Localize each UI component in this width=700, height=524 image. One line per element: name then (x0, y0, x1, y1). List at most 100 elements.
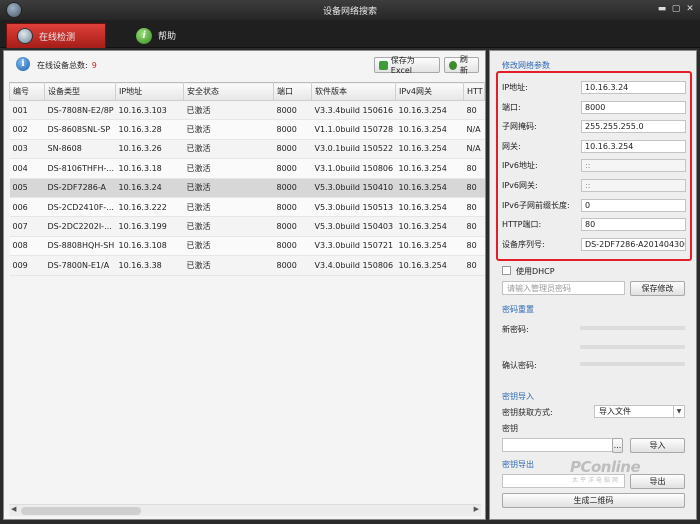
import-button[interactable]: 导入 (630, 438, 685, 453)
table-cell: 已激活 (183, 158, 274, 179)
password-strength-bar (580, 345, 685, 349)
maximize-button[interactable]: ▢ (670, 4, 682, 15)
param-label: 子网掩码: (502, 122, 537, 132)
table-cell: 10.16.3.199 (115, 216, 184, 237)
table-cell: 80 (463, 178, 485, 198)
device-list-panel: i 在线设备总数: 9 保存为Excel 刷新 编号 设备类型 IP地址 安全状态… (3, 50, 486, 520)
table-cell: V5.3.0build 150513 (311, 197, 396, 218)
tab-help-label: 帮助 (158, 32, 177, 42)
table-cell: 006 (9, 197, 45, 218)
dhcp-checkbox[interactable] (502, 266, 511, 275)
chevron-down-icon[interactable]: ▼ (673, 406, 684, 417)
confirm-password-field[interactable] (580, 362, 685, 366)
generate-qr-button[interactable]: 生成二维码 (502, 493, 685, 508)
window-title: 设备网络搜索 (322, 7, 377, 17)
save-changes-button[interactable]: 保存修改 (630, 281, 685, 296)
column-header-type[interactable]: 设备类型 (44, 82, 116, 101)
browse-button[interactable]: ... (612, 438, 623, 453)
scrollbar-thumb[interactable] (21, 507, 141, 515)
table-cell: 10.16.3.254 (395, 236, 464, 257)
table-cell: DS-7800N-E1/A (44, 255, 116, 276)
param-field[interactable]: 255.255.255.0 (581, 120, 686, 134)
tab-help[interactable]: i 帮助 (126, 23, 196, 48)
horizontal-scrollbar[interactable]: ◀ ▶ (9, 504, 481, 516)
new-password-field[interactable] (580, 326, 685, 330)
table-row[interactable]: 001 DS-7808N-E2/8P 10.16.3.103 已激活 8000 V3.3.… (9, 100, 485, 121)
confirm-password-label: 确认密码: (502, 361, 537, 370)
column-header-http[interactable]: HTT (463, 82, 485, 101)
device-list-header: i 在线设备总数: 9 保存为Excel 刷新 (4, 51, 485, 79)
refresh-icon (449, 60, 457, 70)
table-row[interactable]: 009 DS-7800N-E1/A 10.16.3.38 已激活 8000 V3.4.0b… (9, 255, 485, 276)
table-cell: 10.16.3.254 (395, 178, 464, 198)
key-label: 密钥 (502, 424, 518, 433)
table-cell: 已激活 (183, 178, 274, 198)
param-field[interactable]: :: (581, 179, 686, 192)
title-bar: 设备网络搜索 ▬ ▢ ✕ (0, 0, 700, 20)
key-file-input[interactable] (502, 438, 613, 452)
online-count-value: 9 (91, 61, 97, 70)
table-row[interactable]: 004 DS-8106THFH-... 10.16.3.18 已激活 8000 V3.1.… (9, 158, 485, 179)
table-cell: 10.16.3.18 (115, 158, 184, 179)
column-header-version[interactable]: 软件版本 (311, 82, 396, 101)
scroll-left-icon[interactable]: ◀ (11, 505, 16, 513)
param-field[interactable]: 0 (581, 198, 686, 212)
table-cell: 已激活 (183, 236, 274, 257)
table-cell: 10.16.3.26 (115, 139, 184, 160)
param-field[interactable]: 80 (581, 218, 686, 232)
tab-online-detect[interactable]: 在线检测 (6, 23, 106, 48)
column-header-no[interactable]: 编号 (9, 82, 45, 101)
table-cell: 80 (463, 236, 485, 257)
table-cell: DS-2DC2202I-... (44, 216, 116, 237)
column-header-ip[interactable]: IP地址 (115, 82, 184, 101)
table-cell: V3.0.1build 150522 (311, 139, 396, 160)
param-field[interactable]: 10.16.3.254 (581, 139, 686, 153)
param-field[interactable]: DS-2DF7286-A20140430C (581, 237, 686, 251)
table-cell: 10.16.3.254 (395, 139, 464, 160)
modify-params-title: 修改网络参数 (502, 61, 550, 70)
import-method-select[interactable]: 导入文件 ▼ (594, 405, 685, 418)
minimize-button[interactable]: ▬ (656, 4, 668, 15)
import-method-value: 导入文件 (599, 407, 631, 416)
table-cell: 10.16.3.108 (115, 236, 184, 257)
table-cell: 已激活 (183, 216, 274, 237)
param-field[interactable]: 8000 (581, 100, 686, 114)
table-cell: 10.16.3.254 (395, 216, 464, 237)
param-label: 设备序列号: (502, 239, 545, 249)
watermark-main: PConline (570, 458, 641, 476)
table-cell: DS-8808HQH-SH (44, 236, 116, 257)
table-cell: 005 (9, 178, 45, 198)
column-header-gateway[interactable]: IPv4网关 (395, 82, 464, 101)
param-field[interactable]: :: (581, 159, 686, 173)
table-row[interactable]: 005 DS-2DF7286-A 10.16.3.24 已激活 8000 V5.3.0bu… (9, 178, 485, 198)
table-cell: 004 (9, 158, 45, 179)
refresh-button[interactable]: 刷新 (444, 55, 479, 75)
online-count-label: 在线设备总数: (37, 61, 88, 70)
table-cell: DS-2DF7286-A (44, 178, 116, 198)
param-field[interactable]: 10.16.3.24 (581, 81, 686, 94)
table-cell: 10.16.3.24 (115, 178, 184, 198)
table-row[interactable]: 006 DS-2CD2410F-... 10.16.3.222 已激活 8000 V5.3… (9, 197, 485, 218)
help-icon: i (136, 27, 152, 44)
save-excel-label: 保存为Excel (390, 56, 415, 75)
watermark-sub: 太平洋电脑网 (572, 477, 621, 484)
table-cell: 8000 (273, 158, 312, 179)
table-cell: SN-8608 (44, 139, 116, 160)
table-cell: 10.16.3.254 (395, 119, 464, 140)
column-header-security[interactable]: 安全状态 (183, 82, 274, 101)
scroll-right-icon[interactable]: ▶ (474, 505, 479, 513)
table-row[interactable]: 003 SN-8608 10.16.3.26 已激活 8000 V3.0.1build 1… (9, 139, 485, 160)
table-cell: DS-8106THFH-... (44, 158, 116, 179)
table-cell: 8000 (273, 178, 312, 198)
network-params-panel: 修改网络参数 IP地址: 10.16.3.24 端口: 8000 子网掩码: 255.25… (489, 50, 697, 520)
save-excel-button[interactable]: 保存为Excel (374, 56, 440, 75)
table-cell: 已激活 (183, 100, 274, 121)
close-button[interactable]: ✕ (684, 4, 696, 15)
table-row[interactable]: 008 DS-8808HQH-SH 10.16.3.108 已激活 8000 V3.3.0… (9, 236, 485, 257)
table-row[interactable]: 002 DS-8608SNL-SP 10.16.3.28 已激活 8000 V1.1.0b… (9, 119, 485, 140)
table-cell: 009 (9, 255, 45, 276)
admin-password-input[interactable]: 请输入管理员密码 (502, 281, 625, 295)
column-header-port[interactable]: 端口 (273, 82, 312, 101)
param-label: 网关: (502, 141, 521, 151)
table-row[interactable]: 007 DS-2DC2202I-... 10.16.3.199 已激活 8000 V5.3… (9, 216, 485, 237)
